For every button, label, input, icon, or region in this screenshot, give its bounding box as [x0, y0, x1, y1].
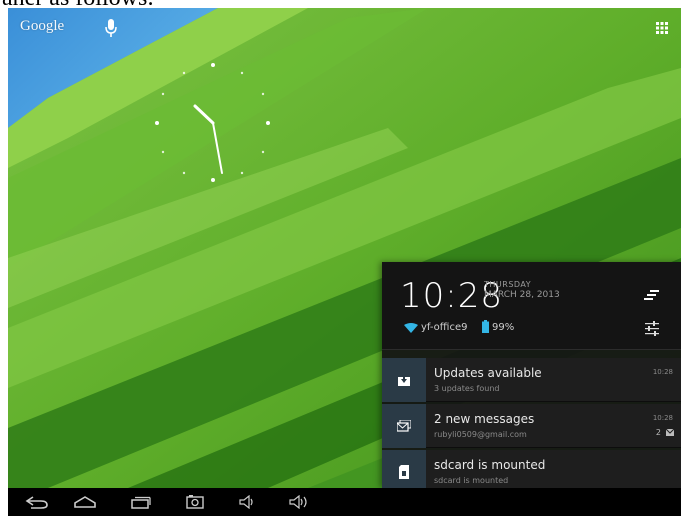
notification-subtitle: 3 updates found — [434, 384, 500, 393]
back-button[interactable] — [24, 494, 50, 510]
notification-subtitle: rubyli0509@gmail.com — [434, 430, 527, 439]
sdcard-icon — [399, 465, 409, 479]
day-label: THURSDAY — [484, 280, 532, 289]
wifi-network-name: yf-office9 — [421, 322, 468, 333]
navigation-bar — [8, 488, 681, 516]
home-button[interactable] — [72, 494, 98, 510]
header-divider — [382, 349, 681, 350]
notification-messages[interactable]: 2 new messages rubyli0509@gmail.com 10:2… — [382, 404, 681, 448]
quick-settings-icon[interactable] — [644, 320, 660, 336]
analog-clock-widget[interactable] — [148, 58, 278, 188]
notification-time: 10:28 — [652, 368, 673, 376]
all-apps-grid-icon[interactable] — [655, 21, 669, 35]
volume-down-icon — [239, 495, 253, 509]
notification-title: 2 new messages — [434, 412, 535, 426]
notification-title: Updates available — [434, 366, 542, 380]
date-label: MARCH 28, 2013 — [484, 290, 560, 300]
battery-icon — [482, 320, 489, 333]
mail-small-icon — [666, 429, 674, 436]
email-icon — [397, 420, 411, 432]
screenshot-button[interactable] — [184, 494, 206, 510]
recent-apps-button[interactable] — [128, 494, 154, 510]
volume-down-button[interactable] — [238, 494, 258, 510]
recent-apps-icon — [131, 496, 151, 509]
battery-percentage: 99% — [492, 322, 515, 333]
notification-count: 2 — [655, 428, 661, 437]
update-download-icon — [398, 374, 410, 386]
notification-toggle-icon[interactable] — [644, 288, 660, 302]
android-tablet-screen: Google 10:28 THURSDAY MARCH 28, 2013 yf-… — [8, 8, 681, 516]
notification-subtitle: sdcard is mounted — [434, 476, 509, 485]
notification-time: 10:28 — [652, 414, 673, 422]
notification-title: sdcard is mounted — [434, 458, 546, 472]
google-search-label[interactable]: Google — [20, 18, 64, 35]
wifi-icon — [404, 323, 418, 333]
notification-icon-container — [382, 358, 426, 402]
volume-up-button[interactable] — [288, 494, 312, 510]
screenshot-icon — [186, 495, 204, 509]
notification-panel: 10:28 THURSDAY MARCH 28, 2013 yf-office9 — [382, 262, 681, 494]
notification-icon-container — [382, 404, 426, 448]
microphone-icon[interactable] — [104, 18, 118, 38]
notification-updates[interactable]: Updates available 3 updates found 10:28 — [382, 358, 681, 402]
back-icon — [25, 496, 48, 509]
volume-up-icon — [289, 495, 307, 509]
notification-header: 10:28 THURSDAY MARCH 28, 2013 yf-office9 — [382, 262, 681, 350]
home-icon — [74, 496, 96, 508]
